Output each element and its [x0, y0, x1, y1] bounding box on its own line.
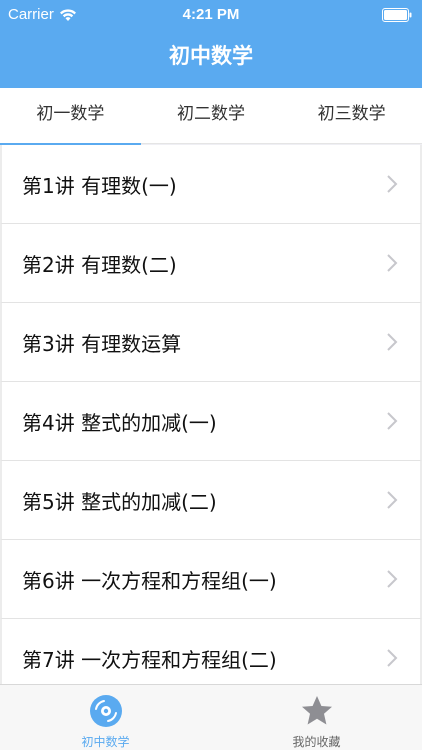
lesson-label: 第1讲 有理数(一) — [22, 173, 177, 198]
lesson-list[interactable]: 第1讲 有理数(一) 第2讲 有理数(二) 第3讲 有理数运算 第4讲 整式的加… — [0, 145, 422, 685]
chevron-right-icon — [387, 333, 398, 351]
tab-bar: 初中数学 我的收藏 — [0, 684, 422, 750]
list-item[interactable]: 第5讲 整式的加减(二) — [0, 461, 422, 540]
chevron-right-icon — [387, 570, 398, 588]
chevron-right-icon — [387, 175, 398, 193]
tabbar-item-favorites[interactable]: 我的收藏 — [211, 685, 422, 750]
lesson-label: 第3讲 有理数运算 — [22, 331, 182, 356]
lesson-label: 第7讲 一次方程和方程组(二) — [22, 647, 277, 672]
status-bar: Carrier 4:21 PM — [0, 0, 422, 30]
grade-tabs: 初一数学 初二数学 初三数学 — [0, 88, 422, 147]
list-item[interactable]: 第1讲 有理数(一) — [0, 145, 422, 224]
tabbar-item-math[interactable]: 初中数学 — [0, 685, 211, 750]
lesson-label: 第4讲 整式的加减(一) — [22, 410, 217, 435]
lesson-label: 第2讲 有理数(二) — [22, 252, 177, 277]
chevron-right-icon — [387, 412, 398, 430]
list-item[interactable]: 第2讲 有理数(二) — [0, 224, 422, 303]
disc-icon — [89, 695, 122, 727]
list-item[interactable]: 第7讲 一次方程和方程组(二) — [0, 619, 422, 685]
header: Carrier 4:21 PM 初中数学 — [0, 0, 422, 88]
star-icon — [301, 696, 332, 725]
chevron-right-icon — [387, 649, 398, 667]
lesson-label: 第6讲 一次方程和方程组(一) — [22, 568, 277, 593]
chevron-right-icon — [387, 254, 398, 272]
tabbar-label: 初中数学 — [81, 735, 130, 749]
list-item[interactable]: 第3讲 有理数运算 — [0, 303, 422, 382]
tab-grade-3[interactable]: 初三数学 — [281, 88, 422, 143]
chevron-right-icon — [387, 491, 398, 509]
list-item[interactable]: 第6讲 一次方程和方程组(一) — [0, 540, 422, 619]
tab-grade-2[interactable]: 初二数学 — [141, 88, 282, 143]
status-time: 4:21 PM — [182, 6, 240, 23]
list-item[interactable]: 第4讲 整式的加减(一) — [0, 382, 422, 461]
battery-icon — [382, 8, 412, 22]
tabbar-label: 我的收藏 — [292, 735, 341, 749]
tab-grade-1[interactable]: 初一数学 — [0, 88, 141, 147]
lesson-label: 第5讲 整式的加减(二) — [22, 489, 217, 514]
page-title: 初中数学 — [169, 44, 253, 68]
